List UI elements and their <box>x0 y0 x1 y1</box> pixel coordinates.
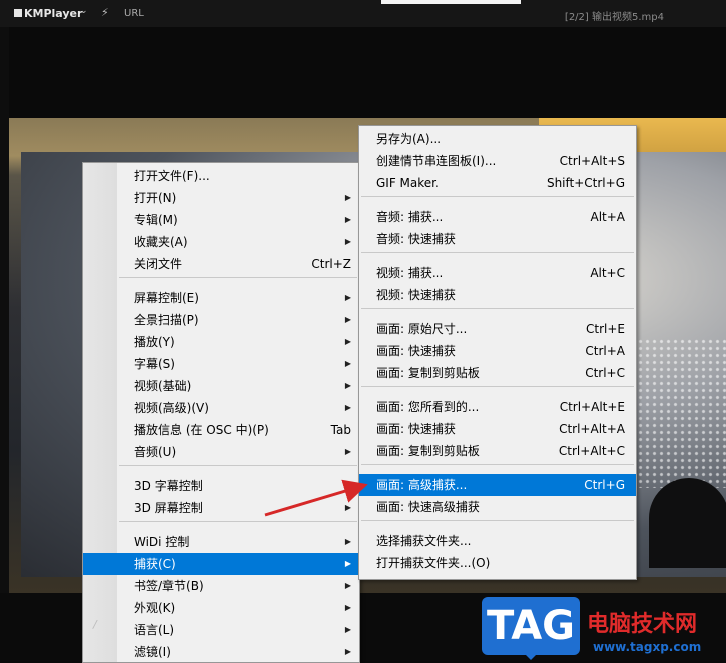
annotation-arrow <box>264 479 368 517</box>
tag-logo: TAG <box>482 595 582 661</box>
brand-name: 电脑技术网 <box>587 612 698 637</box>
tag-pin-icon <box>522 651 540 660</box>
tag-badge: TAG <box>482 597 580 655</box>
red-arrow-icon <box>264 479 368 517</box>
site-url: www.tagxp.com <box>593 640 702 654</box>
